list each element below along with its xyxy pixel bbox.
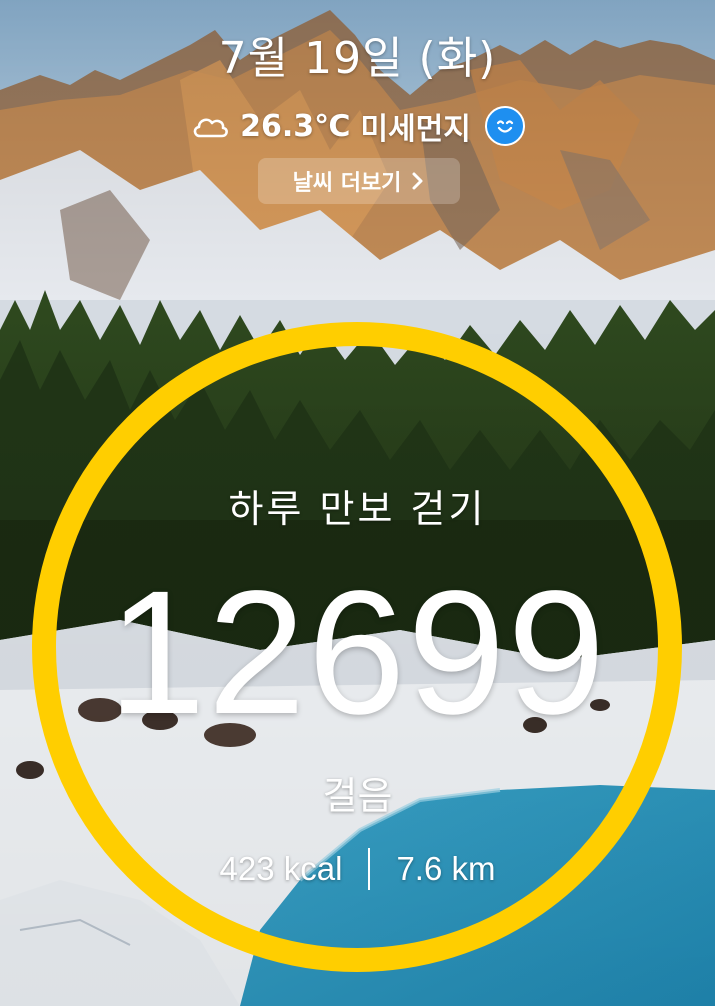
step-count: 12699 bbox=[107, 555, 608, 751]
more-weather-button[interactable]: 날씨 더보기 bbox=[258, 158, 460, 204]
stats-divider bbox=[368, 848, 371, 890]
smile-face-icon bbox=[484, 106, 525, 146]
more-weather-label: 날씨 더보기 bbox=[292, 171, 402, 196]
step-goal-title: 하루 만보 걷기 bbox=[228, 487, 487, 531]
weather-summary[interactable]: 26.3℃ 미세먼지 bbox=[0, 104, 715, 148]
dust-label: 미세먼지 bbox=[360, 112, 471, 147]
chevron-right-icon bbox=[411, 171, 425, 191]
step-unit-label: 걸음 bbox=[322, 774, 393, 818]
calories-label: 423 kcal bbox=[219, 850, 343, 887]
cloud-icon bbox=[190, 112, 230, 140]
step-stats: 423 kcal 7.6 km bbox=[0, 848, 715, 890]
date-label: 7월 19일 (화) bbox=[218, 33, 497, 84]
temperature-label: 26.3℃ bbox=[240, 108, 351, 144]
distance-label: 7.6 km bbox=[396, 850, 496, 887]
